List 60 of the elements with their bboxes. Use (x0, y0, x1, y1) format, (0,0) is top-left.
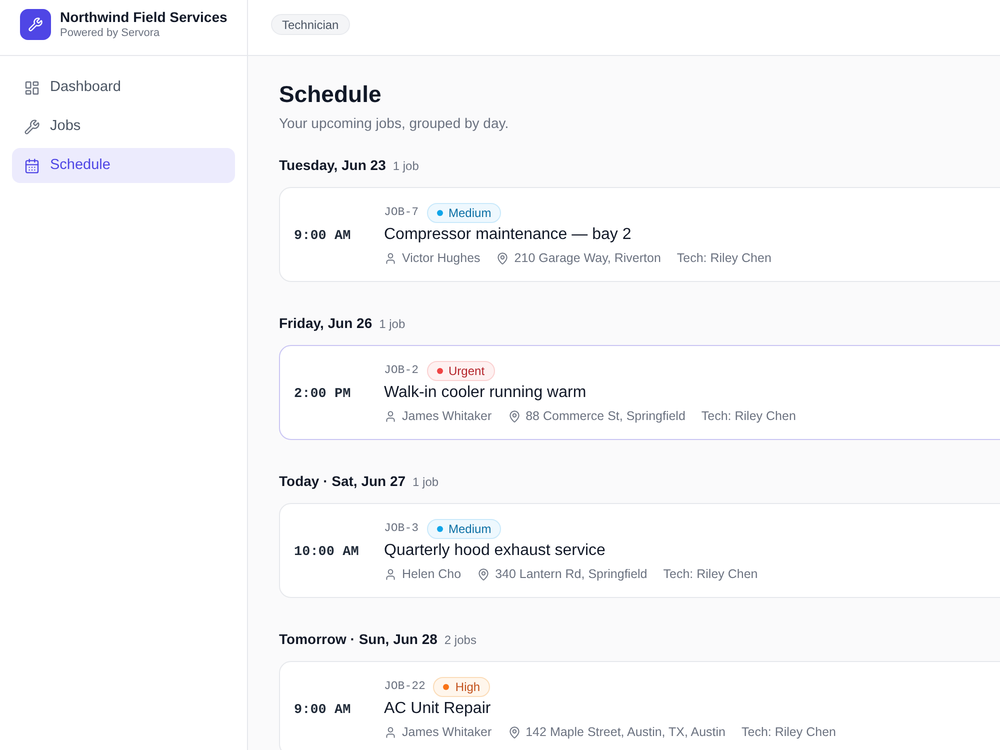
job-card[interactable]: 9:00 AM JOB-7 Medium Compressor maintenance — bay 2 Victor Hughes 210 Garage Way, Riverton Tech: Riley Chen (279, 187, 1000, 282)
customer-name: Victor Hughes (402, 250, 480, 267)
priority-label: Medium (448, 205, 492, 222)
job-time: 9:00 AM (294, 228, 351, 244)
job-time: 10:00 AM (294, 544, 359, 560)
person-icon (384, 568, 397, 580)
wrench-logo-icon (20, 9, 51, 40)
job-title: Walk-in cooler running warm (384, 383, 588, 403)
sidebar-nav-item[interactable]: Schedule (12, 148, 235, 183)
job-time: 9:00 AM (294, 702, 351, 718)
job-address: 88 Commerce St, Springfield (526, 408, 686, 425)
priority-label: Urgent (448, 363, 485, 380)
person-icon (384, 252, 397, 264)
sidebar-nav-item[interactable]: Dashboard (12, 70, 235, 105)
job-count: 2 jobs (444, 632, 476, 649)
person-icon (384, 726, 397, 738)
job-count: 1 job (379, 316, 406, 333)
map-pin-icon (508, 726, 521, 738)
page-title: Schedule (279, 80, 382, 109)
brand-name: Northwind Field Services (60, 9, 228, 26)
technician-name: Tech: Riley Chen (676, 250, 772, 267)
job-count: 1 job (412, 474, 439, 491)
job-id: JOB-3 (384, 521, 419, 538)
job-title: Compressor maintenance — bay 2 (384, 225, 632, 245)
brand-tagline: Powered by Servora (60, 26, 161, 40)
map-pin-icon (508, 410, 521, 422)
page-subtitle: Your upcoming jobs, grouped by day. (279, 114, 510, 133)
day-heading: Friday, Jun 26 (279, 314, 372, 333)
job-address: 142 Maple Street, Austin, TX, Austin (526, 724, 726, 741)
customer-name: Helen Cho (402, 566, 462, 583)
job-id: JOB-22 (384, 679, 426, 696)
technician-name: Tech: Riley Chen (701, 408, 796, 425)
technician-name: Tech: Riley Chen (742, 724, 836, 741)
priority-label: Medium (448, 521, 492, 538)
calendar-icon (24, 158, 40, 174)
day-heading: Today · Sat, Jun 27 (279, 472, 406, 491)
map-pin-icon (477, 568, 490, 580)
wrench-icon (24, 118, 40, 134)
job-id: JOB-7 (384, 205, 419, 222)
job-title: Quarterly hood exhaust service (384, 541, 606, 561)
job-title: AC Unit Repair (384, 699, 492, 719)
sidebar-nav-item[interactable]: Jobs (12, 109, 235, 144)
technician-name: Tech: Riley Chen (663, 566, 758, 583)
day-heading: Tuesday, Jun 23 (279, 156, 386, 175)
customer-name: James Whitaker (402, 408, 492, 425)
job-card[interactable]: 2:00 PM JOB-2 Urgent Walk-in cooler running warm James Whitaker 88 Commerce St, Springfield Tech: Riley Chen (279, 345, 1000, 440)
job-card[interactable]: 10:00 AM JOB-3 Medium Quarterly hood exhaust service Helen Cho 340 Lantern Rd, Springfield Tech: Riley Chen (279, 503, 1000, 598)
job-card[interactable]: 9:00 AM JOB-22 High AC Unit Repair James Whitaker 142 Maple Street, Austin, TX, Austin Tech: Riley Chen (279, 661, 1000, 750)
job-time: 2:00 PM (294, 386, 351, 402)
customer-name: James Whitaker (402, 724, 492, 741)
priority-label: High (455, 679, 480, 696)
job-count: 1 job (392, 158, 419, 175)
job-address: 210 Garage Way, Riverton (514, 250, 661, 267)
map-pin-icon (496, 252, 510, 264)
person-icon (384, 410, 397, 422)
day-heading: Tomorrow · Sun, Jun 28 (279, 630, 438, 649)
dashboard-grid-icon (24, 80, 40, 96)
job-id: JOB-2 (384, 363, 419, 380)
job-address: 340 Lantern Rd, Springfield (495, 566, 648, 583)
role-badge: Technician (271, 14, 350, 35)
